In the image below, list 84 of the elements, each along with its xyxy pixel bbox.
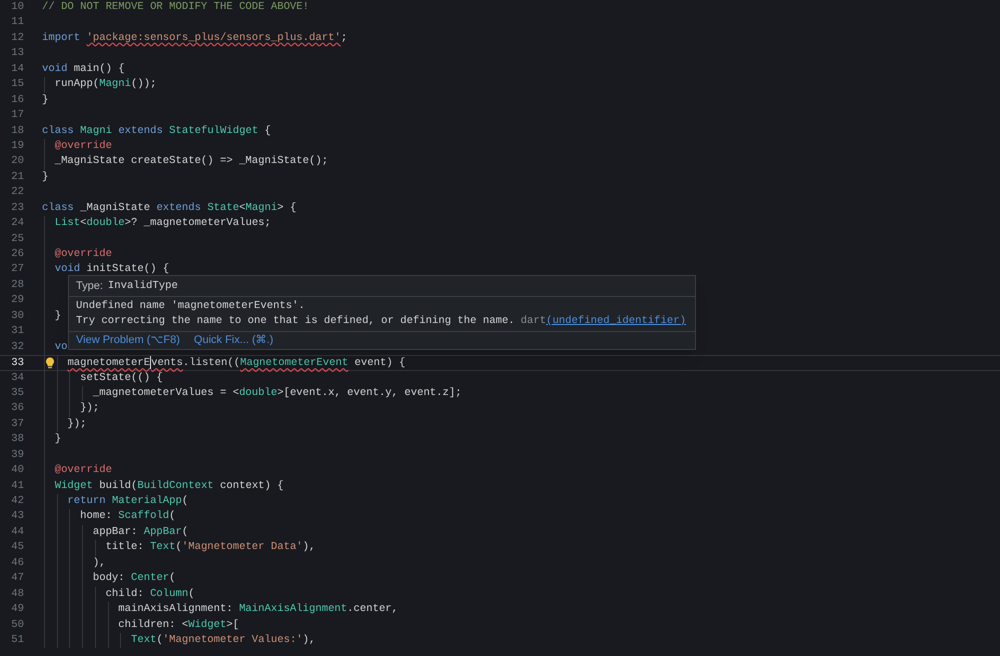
- code-line: appBar: AppBar(: [92, 526, 188, 538]
- action-link[interactable]: Quick Fix... (⌘.): [194, 333, 274, 348]
- source-label: dart: [520, 314, 546, 329]
- line-number: 34: [10, 370, 24, 386]
- code-line: children: <Widget>[: [117, 618, 240, 630]
- error-code-link[interactable]: (undefined_identifier): [546, 314, 686, 329]
- code-line: magnetometerEvents.listen((MagnetometerEvent event) {: [66, 357, 406, 370]
- action-link[interactable]: View Problem (⌥F8): [76, 333, 180, 348]
- code-line: void main() {: [42, 62, 125, 75]
- line-number: 21: [10, 170, 24, 185]
- code-line: import 'package:sensors_plus/sensors_plus.dart';: [42, 32, 348, 44]
- line-number: 50: [10, 618, 24, 632]
- line-number: 11: [10, 15, 24, 30]
- code-line: ),: [92, 556, 106, 569]
- line-number: 38: [10, 432, 24, 448]
- code-line: @override: [54, 248, 112, 260]
- line-number: 23: [10, 200, 24, 216]
- line-number: 17: [10, 108, 24, 124]
- line-number: 41: [10, 478, 24, 494]
- line-number: 48: [10, 586, 24, 602]
- line-number: 22: [10, 185, 24, 200]
- line-number: 13: [10, 46, 24, 62]
- line-number: 44: [10, 524, 24, 540]
- code-line: });: [66, 418, 87, 430]
- line-number: 10: [10, 0, 24, 15]
- code-line: }: [42, 94, 48, 106]
- code-line: });: [79, 402, 100, 414]
- line-number: 31: [10, 324, 24, 340]
- line-number: 43: [10, 509, 24, 524]
- code-line: // DO NOT REMOVE OR MODIFY THE CODE ABOVE!: [42, 1, 310, 13]
- line-number: 26: [10, 247, 24, 262]
- line-number: 47: [10, 571, 24, 586]
- code-line: return MaterialApp(: [66, 495, 188, 507]
- type-label: Type:: [76, 279, 103, 294]
- code-line: child: Column(: [104, 588, 195, 600]
- code-line: vo: [54, 340, 68, 353]
- line-number: 15: [10, 77, 24, 92]
- line-number: 14: [10, 62, 24, 77]
- code-line: }: [54, 310, 62, 322]
- line-number: 16: [10, 92, 24, 108]
- line-number: 33: [10, 356, 24, 370]
- line-number: 36: [10, 401, 24, 416]
- code-line: }: [42, 170, 48, 183]
- line-number: 45: [10, 540, 24, 556]
- code-line: }: [54, 433, 62, 446]
- line-number: 46: [10, 556, 24, 571]
- code-line: void initState() {: [54, 263, 170, 276]
- line-number: 37: [10, 416, 24, 432]
- line-number: 20: [10, 154, 24, 170]
- line-number: 25: [10, 232, 24, 247]
- line-number: 19: [10, 138, 24, 154]
- line-number: 24: [10, 216, 24, 232]
- code-line: setState(() {: [79, 372, 163, 384]
- code-line: class Magni extends StatefulWidget {: [42, 124, 271, 136]
- line-number: 51: [10, 632, 24, 648]
- line-number: 40: [10, 463, 24, 478]
- code-line: home: Scaffold(: [79, 510, 176, 522]
- code-line: _magnetometerValues = <double>[event.x, event.y, event.z];: [92, 386, 462, 399]
- line-number: 49: [10, 602, 24, 618]
- line-number: 18: [10, 124, 24, 138]
- code-line: List<double>? _magnetometerValues;: [54, 217, 271, 230]
- error-message: Undefined name 'magnetometerEvents'.: [76, 299, 305, 314]
- lightbulb-icon[interactable]: [45, 357, 55, 370]
- line-number: 39: [10, 448, 24, 463]
- code-line: @override: [54, 464, 112, 476]
- code-line: runApp(Magni());: [54, 78, 156, 90]
- code-line: Text('Magnetometer Values:'),: [130, 634, 316, 646]
- line-number: 28: [10, 278, 24, 293]
- line-number: 35: [10, 386, 24, 401]
- line-number: 27: [10, 262, 24, 278]
- code-line: class _MagniState extends State<Magni> {: [42, 202, 296, 214]
- code-line: body: Center(: [92, 572, 176, 584]
- type-value: InvalidType: [108, 279, 178, 294]
- code-line: mainAxisAlignment: MainAxisAlignment.center,: [117, 603, 398, 616]
- line-number: 30: [10, 308, 24, 324]
- code-line: @override: [54, 140, 112, 152]
- line-number: 42: [10, 494, 24, 509]
- code-line: title: Text('Magnetometer Data'),: [104, 541, 316, 554]
- code-line: _MagniState createState() => _MagniState();: [54, 155, 328, 168]
- error-message: Try correcting the name to one that is defined, or defining the name.: [76, 314, 515, 329]
- code-line: Widget build(BuildContext context) {: [54, 480, 284, 492]
- line-number: 29: [10, 293, 24, 308]
- line-number: 12: [10, 30, 24, 46]
- line-number: 32: [10, 340, 24, 355]
